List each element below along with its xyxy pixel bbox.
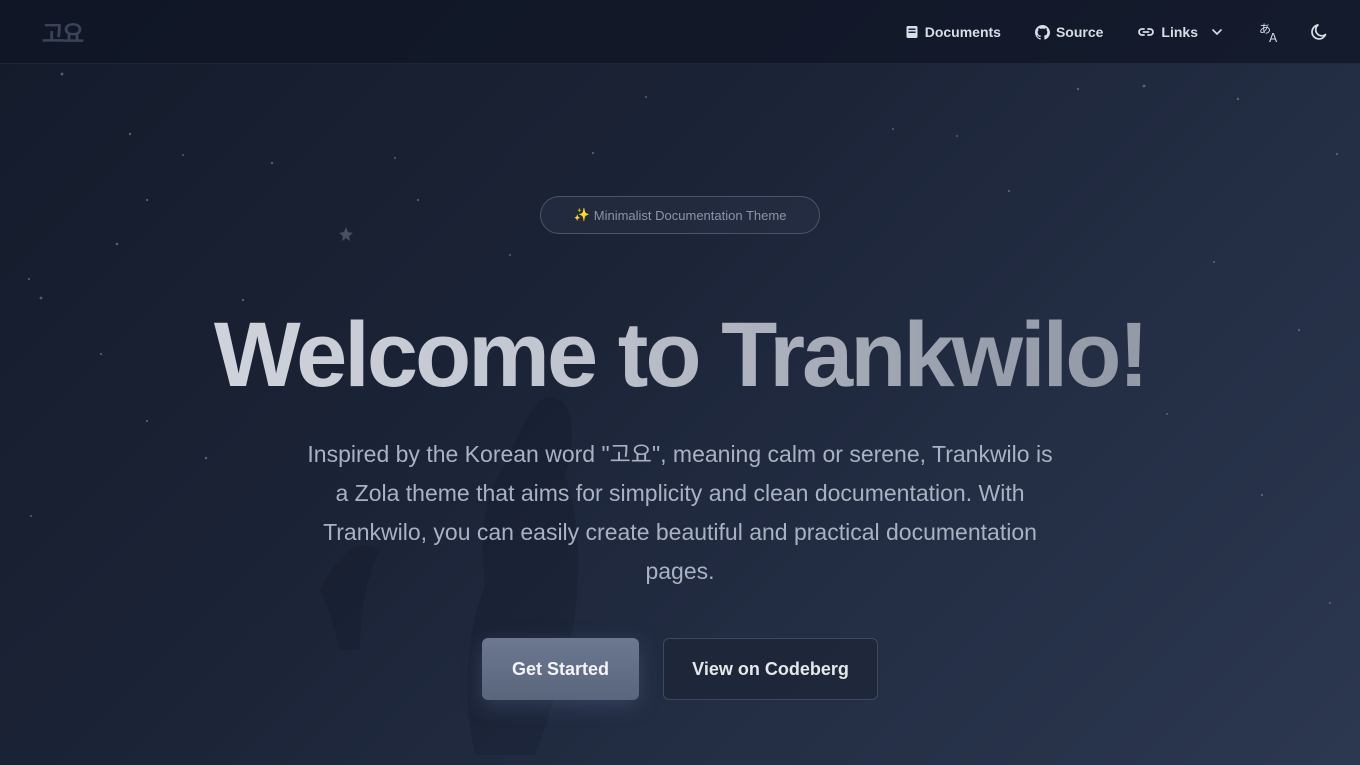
- language-switcher-button[interactable]: あ A: [1258, 20, 1282, 44]
- hero-description: Inspired by the Korean word "고요", meanin…: [307, 441, 1053, 584]
- nav-item-label: Links: [1161, 24, 1198, 40]
- theme-tagline-badge: ✨ Minimalist Documentation Theme: [540, 196, 820, 234]
- nav-item-documents[interactable]: Documents: [905, 24, 1001, 40]
- book-icon: [906, 26, 918, 38]
- nav-item-label: Documents: [924, 24, 1001, 40]
- badge-label: Minimalist Documentation Theme: [593, 207, 787, 223]
- nav-item-label: Source: [1055, 24, 1104, 40]
- translate-icon: あ A: [1259, 22, 1278, 44]
- link-icon: [1138, 28, 1155, 36]
- chevron-down-icon: [1212, 29, 1222, 36]
- view-on-codeberg-button[interactable]: View on Codeberg: [663, 638, 878, 700]
- top-navigation-bar: 고요 Documents Source Links あ A: [0, 0, 1360, 64]
- main-nav: Documents Source Links あ A: [905, 0, 1360, 64]
- svg-text:A: A: [1269, 31, 1278, 44]
- nav-item-links-dropdown[interactable]: Links: [1137, 24, 1224, 40]
- site-logo[interactable]: 고요: [34, 14, 90, 48]
- hero-title: Welcome to Trankwilo!: [0, 300, 1360, 410]
- theme-toggle-button[interactable]: [1310, 22, 1330, 42]
- github-icon: [1034, 24, 1050, 40]
- moon-icon: [1311, 24, 1327, 40]
- get-started-button[interactable]: Get Started: [482, 638, 639, 700]
- nav-item-source[interactable]: Source: [1034, 24, 1104, 40]
- sparkles-icon: ✨: [573, 207, 590, 222]
